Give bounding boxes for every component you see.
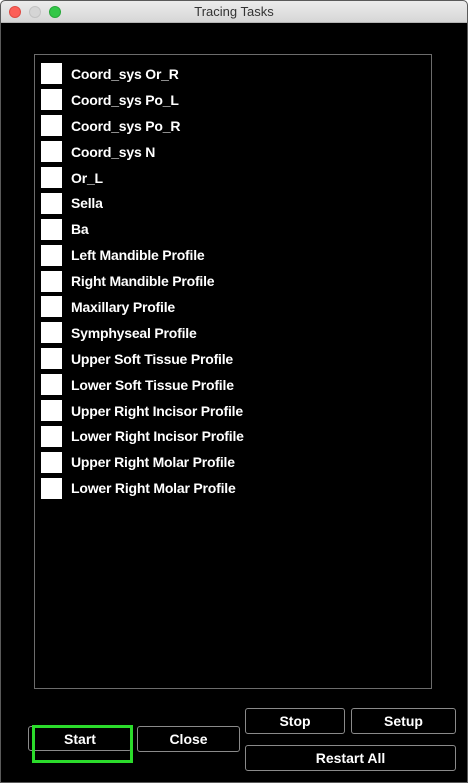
task-label: Ba xyxy=(71,221,89,238)
task-checkbox[interactable] xyxy=(41,115,62,137)
setup-button[interactable]: Setup xyxy=(351,708,456,734)
window-title: Tracing Tasks xyxy=(194,4,274,19)
task-label: Right Mandible Profile xyxy=(71,273,215,290)
task-label: Coord_sys Po_L xyxy=(71,91,179,108)
task-item: Coord_sys Po_R xyxy=(35,113,244,139)
tracing-tasks-window: Tracing Tasks Coord_sys Or_R Coord_sys P… xyxy=(0,0,468,783)
task-label: Upper Right Incisor Profile xyxy=(71,402,243,419)
task-checkbox[interactable] xyxy=(41,218,62,240)
task-item: Lower Soft Tissue Profile xyxy=(35,372,244,398)
task-label: Lower Soft Tissue Profile xyxy=(71,376,234,393)
task-item: Right Mandible Profile xyxy=(35,268,244,294)
task-item: Symphyseal Profile xyxy=(35,320,244,346)
task-label: Coord_sys Or_R xyxy=(71,65,179,82)
task-item: Sella xyxy=(35,190,244,216)
task-checkbox[interactable] xyxy=(41,63,62,85)
task-checkbox[interactable] xyxy=(41,322,62,344)
task-item: Ba xyxy=(35,216,244,242)
task-checkbox[interactable] xyxy=(41,374,62,396)
task-label: Coord_sys N xyxy=(71,143,156,160)
task-checkbox[interactable] xyxy=(41,400,62,422)
task-item: Left Mandible Profile xyxy=(35,242,244,268)
task-list: Coord_sys Or_R Coord_sys Po_L Coord_sys … xyxy=(35,61,244,501)
task-checkbox[interactable] xyxy=(41,270,62,292)
title-bar: Tracing Tasks xyxy=(1,1,467,23)
task-checkbox[interactable] xyxy=(41,244,62,266)
task-item: Upper Right Molar Profile xyxy=(35,449,244,475)
task-checkbox[interactable] xyxy=(41,296,62,318)
task-checkbox[interactable] xyxy=(41,192,62,214)
close-button[interactable]: Close xyxy=(137,726,240,752)
task-item: Upper Right Incisor Profile xyxy=(35,398,244,424)
task-label: Upper Right Molar Profile xyxy=(71,454,235,471)
task-checkbox[interactable] xyxy=(41,167,62,188)
task-label: Left Mandible Profile xyxy=(71,247,205,264)
task-item: Coord_sys Po_L xyxy=(35,87,244,113)
task-label: Symphyseal Profile xyxy=(71,324,197,341)
task-item: Or_L xyxy=(35,165,244,191)
task-checkbox[interactable] xyxy=(41,451,62,473)
task-item: Upper Soft Tissue Profile xyxy=(35,346,244,372)
task-checkbox[interactable] xyxy=(41,425,62,447)
task-label: Coord_sys Po_R xyxy=(71,117,181,134)
task-item: Coord_sys N xyxy=(35,139,244,165)
task-list-panel: Coord_sys Or_R Coord_sys Po_L Coord_sys … xyxy=(34,54,432,689)
task-item: Maxillary Profile xyxy=(35,294,244,320)
task-checkbox[interactable] xyxy=(41,348,62,370)
task-label: Lower Right Incisor Profile xyxy=(71,428,244,445)
stop-button[interactable]: Stop xyxy=(245,708,345,734)
start-button[interactable]: Start xyxy=(28,726,132,751)
task-label: Lower Right Molar Profile xyxy=(71,480,236,497)
task-checkbox[interactable] xyxy=(41,477,62,499)
task-checkbox[interactable] xyxy=(41,89,62,111)
task-label: Maxillary Profile xyxy=(71,298,175,315)
task-label: Or_L xyxy=(71,169,103,186)
task-item: Lower Right Molar Profile xyxy=(35,475,244,501)
task-label: Upper Soft Tissue Profile xyxy=(71,350,233,367)
task-label: Sella xyxy=(71,195,103,212)
restart-all-button[interactable]: Restart All xyxy=(245,745,456,771)
task-item: Lower Right Incisor Profile xyxy=(35,423,244,449)
task-item: Coord_sys Or_R xyxy=(35,61,244,87)
task-checkbox[interactable] xyxy=(41,141,62,163)
